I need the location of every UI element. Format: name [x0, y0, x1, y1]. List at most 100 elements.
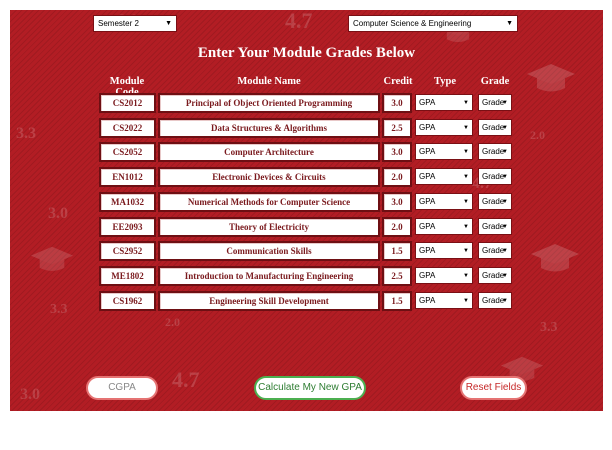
module-name-field[interactable]: Electronic Devices & Circuits — [158, 167, 380, 188]
module-code-field[interactable]: CS2022 — [99, 117, 156, 138]
credit-field[interactable]: 2.0 — [382, 216, 412, 237]
header-credit: Credit — [383, 76, 413, 87]
type-select[interactable]: GPA ▼ — [415, 192, 473, 210]
credit-field[interactable]: 2.5 — [382, 117, 412, 138]
decor-number: 2.0 — [165, 315, 180, 329]
module-name-field[interactable]: Communication Skills — [158, 241, 380, 262]
module-name-field[interactable]: Engineering Skill Development — [158, 290, 380, 311]
table-row: MA1032 Numerical Methods for Computer Sci… — [10, 191, 603, 214]
cgpa-button[interactable]: CGPA — [86, 376, 158, 400]
module-code-field[interactable]: CS2012 — [99, 93, 156, 113]
grade-select-value: Grade — [482, 98, 505, 107]
chevron-down-icon: ▼ — [502, 124, 508, 131]
chevron-down-icon: ▼ — [502, 223, 508, 230]
header-module-name: Module Name — [237, 76, 301, 87]
credit-field[interactable]: 1.5 — [382, 241, 412, 262]
type-select-value: GPA — [419, 98, 436, 107]
department-select-value: Computer Science & Engineering — [353, 19, 472, 28]
credit-field[interactable]: 3.0 — [382, 142, 412, 163]
header-grade: Grade — [480, 76, 510, 87]
grade-select[interactable]: Grade ▼ — [478, 192, 512, 210]
table-row: EE2093 Theory of Electricity 2.0 GPA ▼ Grade ▼ — [10, 216, 603, 239]
grade-select[interactable]: Grade ▼ — [478, 168, 512, 186]
module-name-field[interactable]: Numerical Methods for Computer Science — [158, 191, 380, 212]
type-select-value: GPA — [419, 196, 436, 206]
chevron-down-icon: ▼ — [463, 297, 469, 304]
chevron-down-icon: ▼ — [502, 100, 508, 106]
header-type: Type — [434, 76, 456, 87]
table-row: CS1962 Engineering Skill Development 1.5 GP… — [10, 290, 603, 313]
table-row: CS2952 Communication Skills 1.5 GPA ▼ Grade ▼ — [10, 241, 603, 263]
module-name-field[interactable]: Computer Architecture — [158, 142, 380, 163]
grade-select[interactable]: Grade ▼ — [478, 118, 512, 136]
chevron-down-icon: ▼ — [463, 198, 469, 205]
type-select[interactable]: GPA ▼ — [415, 143, 473, 161]
credit-field[interactable]: 3.0 — [382, 191, 412, 212]
decor-number: 4.7 — [285, 10, 313, 33]
module-name-field[interactable]: Principal of Object Oriented Programming — [158, 93, 380, 113]
module-code-field[interactable]: CS2052 — [99, 142, 156, 163]
chevron-down-icon: ▼ — [502, 248, 508, 255]
type-select-value: GPA — [419, 295, 436, 305]
grade-select-value: Grade — [482, 122, 505, 132]
module-code-field[interactable]: MA1032 — [99, 191, 156, 212]
department-select[interactable]: Computer Science & Engineering ▼ — [348, 15, 518, 32]
chevron-down-icon: ▼ — [463, 174, 469, 181]
gpa-calculator-panel: 3.0 4.7 3.3 3.0 3.3 2.0 4.7 3.0 2.0 4.7 … — [10, 10, 603, 411]
grade-select[interactable]: Grade ▼ — [478, 94, 512, 111]
semester-select[interactable]: Semester 2 ▼ — [93, 15, 177, 32]
module-code-field[interactable]: ME1802 — [99, 265, 156, 286]
page-title: Enter Your Module Grades Below — [197, 45, 416, 61]
chevron-down-icon: ▼ — [463, 149, 469, 156]
chevron-down-icon: ▼ — [165, 20, 172, 27]
reset-fields-button[interactable]: Reset Fields — [460, 376, 527, 400]
grade-select[interactable]: Grade ▼ — [478, 242, 512, 260]
decor-number: 3.0 — [20, 386, 40, 403]
chevron-down-icon: ▼ — [502, 272, 508, 279]
grade-select-value: Grade — [482, 147, 505, 157]
grade-select[interactable]: Grade ▼ — [478, 266, 512, 284]
grade-select[interactable]: Grade ▼ — [478, 291, 512, 309]
type-select-value: GPA — [419, 270, 436, 280]
calculate-gpa-button[interactable]: Calculate My New GPA — [254, 376, 366, 400]
type-select-value: GPA — [419, 147, 436, 157]
grade-select-value: Grade — [482, 221, 505, 231]
type-select[interactable]: GPA ▼ — [415, 242, 473, 260]
type-select[interactable]: GPA ▼ — [415, 118, 473, 136]
chevron-down-icon: ▼ — [463, 100, 469, 106]
type-select[interactable]: GPA ▼ — [415, 291, 473, 309]
module-code-field[interactable]: EE2093 — [99, 216, 156, 237]
grade-select[interactable]: Grade ▼ — [478, 217, 512, 235]
type-select[interactable]: GPA ▼ — [415, 168, 473, 186]
type-select-value: GPA — [419, 246, 436, 256]
grade-select-value: Grade — [482, 246, 505, 256]
type-select-value: GPA — [419, 221, 436, 231]
type-select[interactable]: GPA ▼ — [415, 266, 473, 284]
credit-field[interactable]: 2.5 — [382, 265, 412, 286]
credit-field[interactable]: 2.0 — [382, 167, 412, 188]
type-select-value: GPA — [419, 122, 436, 132]
chevron-down-icon: ▼ — [463, 124, 469, 131]
table-row: ME1802 Introduction to Manufacturing Engi… — [10, 265, 603, 288]
type-select[interactable]: GPA ▼ — [415, 217, 473, 235]
grade-select-value: Grade — [482, 295, 505, 305]
decor-number: 4.7 — [172, 367, 200, 392]
module-name-field[interactable]: Data Structures & Algorithms — [158, 117, 380, 138]
type-select-value: GPA — [419, 172, 436, 182]
credit-field[interactable]: 3.0 — [382, 93, 412, 113]
type-select[interactable]: GPA ▼ — [415, 94, 473, 111]
semester-select-value: Semester 2 — [98, 19, 139, 28]
module-name-field[interactable]: Introduction to Manufacturing Engineerin… — [158, 265, 380, 286]
graduation-cap-icon — [527, 64, 575, 92]
chevron-down-icon: ▼ — [502, 149, 508, 156]
chevron-down-icon: ▼ — [463, 223, 469, 230]
grade-select-value: Grade — [482, 172, 505, 182]
module-code-field[interactable]: CS2952 — [99, 241, 156, 262]
chevron-down-icon: ▼ — [502, 174, 508, 181]
module-code-field[interactable]: EN1012 — [99, 167, 156, 188]
grade-select[interactable]: Grade ▼ — [478, 143, 512, 161]
module-name-field[interactable]: Theory of Electricity — [158, 216, 380, 237]
credit-field[interactable]: 1.5 — [382, 290, 412, 311]
module-code-field[interactable]: CS1962 — [99, 290, 156, 311]
chevron-down-icon: ▼ — [502, 198, 508, 205]
